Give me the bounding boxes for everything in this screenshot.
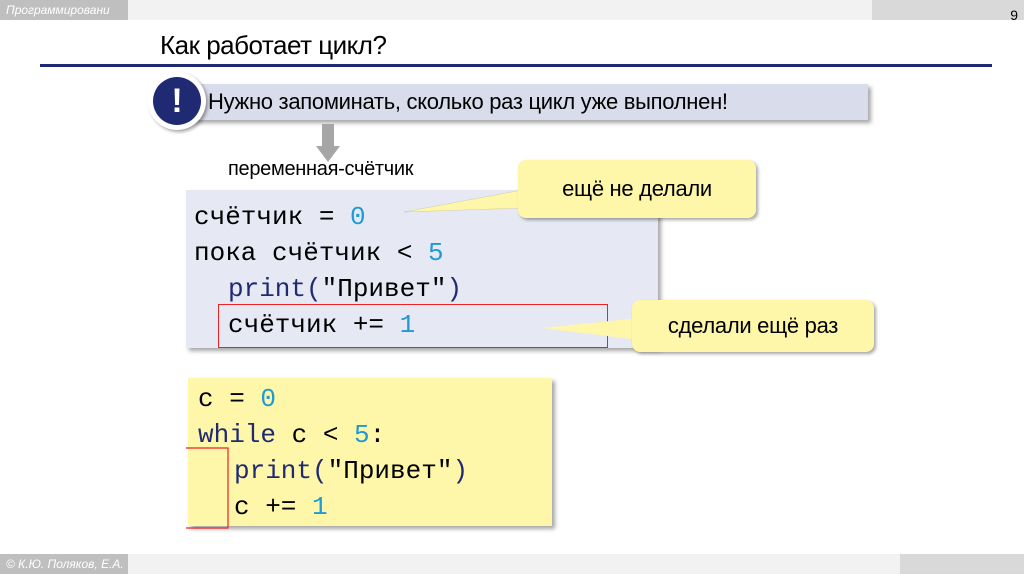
code-string: "Привет" (321, 274, 447, 304)
note-text: Нужно запоминать, сколько раз цикл уже в… (208, 89, 728, 114)
pseudocode-line-4: счётчик += 1 (228, 310, 415, 340)
code-function: print( (228, 274, 322, 304)
code-number: 1 (312, 492, 328, 522)
code-number: 0 (350, 202, 366, 232)
code-function: print( (234, 456, 328, 486)
code-text: счётчик += (228, 310, 400, 340)
course-title: Программировани (0, 0, 128, 20)
code-number: 5 (428, 238, 444, 268)
code-text: счётчик = (194, 202, 351, 232)
code-string: "Привет" (327, 456, 453, 486)
slide-title: Как работает цикл? (160, 30, 387, 60)
top-bar-right (872, 0, 1024, 20)
pseudocode-line-3: print("Привет") (228, 274, 462, 304)
footer: © К.Ю. Поляков, Е.А. (0, 554, 1024, 574)
python-code-block: c = 0 while c < 5: print("Привет") c += … (188, 378, 552, 526)
code-number: 1 (399, 310, 416, 340)
code-text: c = (198, 384, 261, 414)
exclamation-mark: ! (153, 77, 201, 125)
footer-right (900, 554, 1024, 574)
pseudocode-line-2: пока счётчик < 5 (194, 238, 444, 268)
code-text: : (369, 420, 386, 450)
counter-variable-label: переменная-счётчик (228, 158, 414, 180)
title-divider (40, 64, 992, 67)
python-line-1: c = 0 (198, 384, 276, 414)
note-box: Нужно запоминать, сколько раз цикл уже в… (186, 84, 868, 120)
code-function: ) (446, 274, 463, 304)
exclamation-icon: ! (148, 72, 206, 130)
code-number: 5 (354, 420, 370, 450)
python-line-3: print("Привет") (234, 456, 468, 486)
python-line-4: c += 1 (234, 492, 328, 522)
code-text: c += (234, 492, 313, 522)
top-bar: Программировани (0, 0, 1024, 20)
loop-body-bracket (186, 447, 229, 529)
footer-author: © К.Ю. Поляков, Е.А. (0, 554, 128, 574)
code-number: 0 (260, 384, 277, 414)
code-text: c < (276, 420, 355, 450)
code-function: ) (452, 456, 469, 486)
bubble-tail (404, 189, 523, 213)
page-number: 9 (1010, 7, 1018, 23)
bubble-done-again: сделали ещё раз (632, 300, 874, 352)
bubble-tail (542, 318, 640, 340)
top-bar-middle (128, 0, 872, 20)
bubble-not-done: ещё не делали (518, 160, 756, 218)
footer-middle (128, 554, 900, 574)
pseudocode-line-1: счётчик = 0 (194, 202, 366, 232)
code-text: пока счётчик < (194, 238, 429, 268)
